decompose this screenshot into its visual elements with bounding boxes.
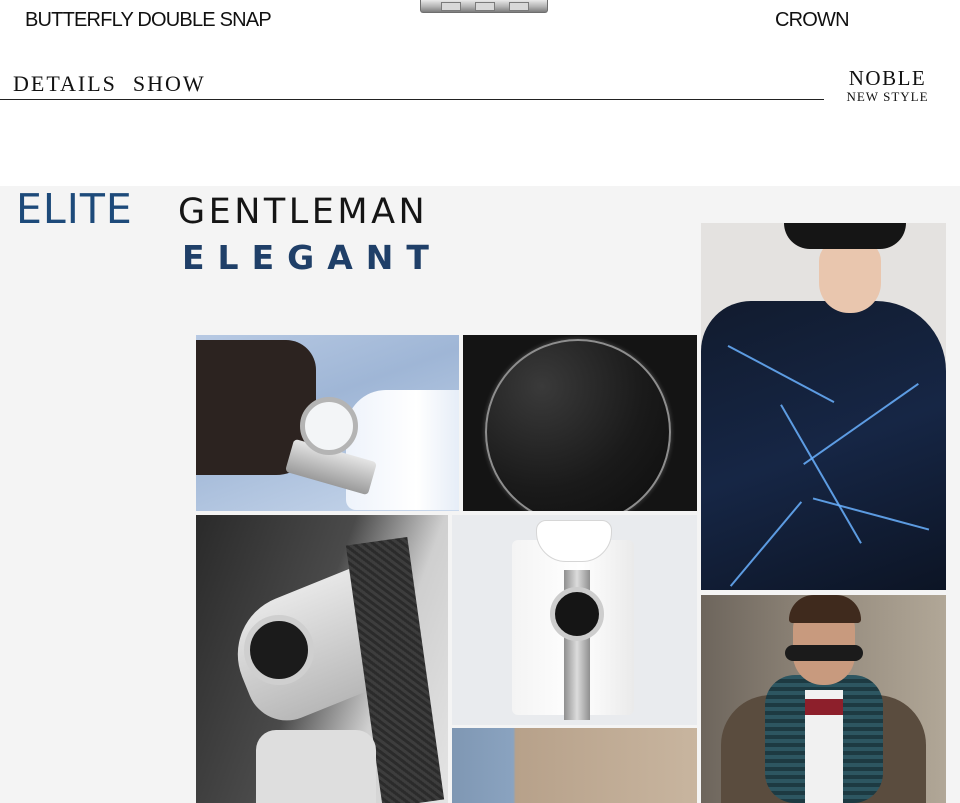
photo-model-printed-tee bbox=[701, 223, 946, 590]
clasp-image bbox=[420, 0, 548, 13]
black-hat bbox=[784, 223, 906, 249]
elite-title: ELITE bbox=[16, 185, 133, 233]
details-show-heading: DETAILS SHOW bbox=[13, 71, 206, 97]
photo-bw-tie-and-watch bbox=[196, 515, 448, 803]
noble-text: NOBLE bbox=[848, 66, 927, 90]
printed-tshirt bbox=[701, 301, 946, 590]
elegant-title: ELEGANT bbox=[182, 238, 442, 277]
photo-watch-on-wrist bbox=[196, 335, 459, 511]
photo-sapphire-crystal bbox=[463, 335, 697, 511]
shirt-cuff bbox=[256, 730, 376, 803]
photo-denim-and-jacket bbox=[452, 728, 697, 803]
clasp-link bbox=[475, 2, 495, 11]
photo-man-with-scarf bbox=[701, 595, 946, 803]
details-word: DETAILS bbox=[13, 71, 117, 96]
noble-badge: NOBLE NEW STYLE bbox=[840, 66, 935, 104]
watch-face bbox=[550, 587, 604, 641]
butterfly-snap-label: BUTTERFLY DOUBLE SNAP bbox=[25, 9, 272, 31]
sunglasses bbox=[785, 645, 863, 661]
photo-shirt-with-watch bbox=[452, 515, 697, 725]
show-word: SHOW bbox=[132, 71, 206, 96]
divider-line bbox=[0, 99, 824, 100]
watch-face bbox=[244, 615, 314, 685]
clasp-link bbox=[509, 2, 529, 11]
new-style-text: NEW STYLE bbox=[846, 89, 929, 104]
model-face bbox=[819, 241, 881, 313]
gentleman-title: GENTLEMAN bbox=[178, 192, 429, 232]
crystal-disc bbox=[485, 339, 671, 511]
hair bbox=[789, 595, 861, 623]
watch-face bbox=[300, 397, 358, 455]
bow-tie bbox=[805, 699, 843, 715]
clasp-link bbox=[441, 2, 461, 11]
crown-label: CROWN bbox=[775, 9, 850, 31]
